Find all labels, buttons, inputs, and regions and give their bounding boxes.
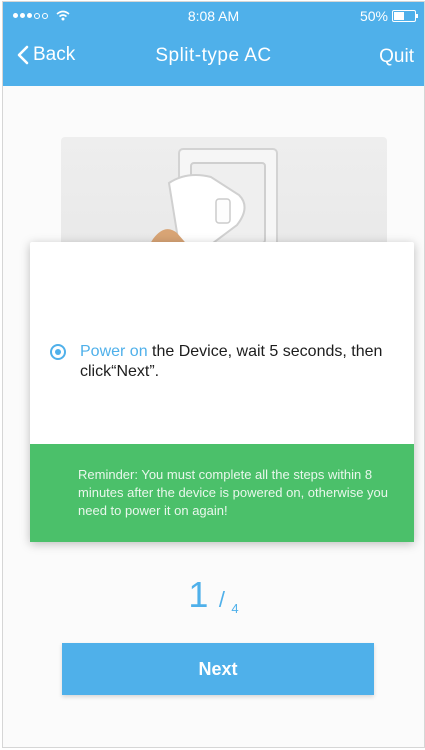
quit-button[interactable]: Quit [379, 46, 414, 68]
reminder-banner: Reminder: You must complete all the step… [30, 444, 414, 542]
battery-percent: 50% [359, 8, 388, 24]
current-step: 1 [188, 574, 209, 615]
app-screen: 8:08 AM 50% Back Split-type AC Quit Powe… [2, 1, 425, 748]
step-text: Power on the Device, wait 5 seconds, the… [80, 342, 400, 382]
header: 8:08 AM 50% Back Split-type AC Quit [3, 2, 424, 86]
nav-bar: Back Split-type AC Quit [3, 32, 424, 84]
radio-selected-icon [50, 344, 66, 360]
step-instruction: Power on the Device, wait 5 seconds, the… [50, 342, 400, 382]
step-separator: / [218, 587, 225, 612]
battery-level [394, 12, 404, 20]
battery-icon [392, 10, 418, 22]
status-bar: 8:08 AM 50% [3, 2, 424, 30]
step-counter: 1 / 4 [3, 574, 424, 616]
total-steps: 4 [231, 601, 239, 616]
radio-dot [55, 349, 61, 355]
next-button[interactable]: Next [62, 643, 374, 695]
page-title: Split-type AC [155, 45, 272, 66]
step-highlight: Power on [80, 343, 148, 360]
battery-status: 50% [359, 8, 418, 24]
instruction-card: Power on the Device, wait 5 seconds, the… [30, 242, 414, 542]
